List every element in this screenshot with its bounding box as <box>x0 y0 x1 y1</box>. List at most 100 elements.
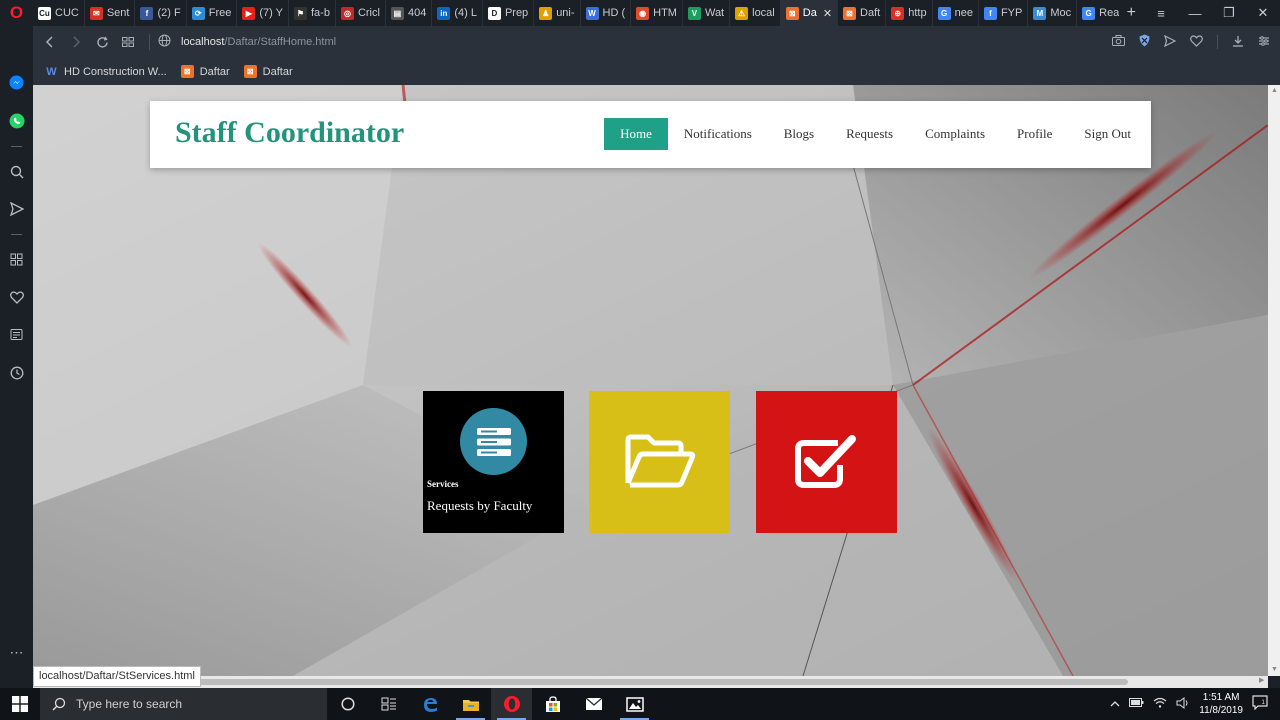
browser-tab[interactable]: ▶ (7) Y <box>237 0 289 26</box>
nav-notifications[interactable]: Notifications <box>668 118 768 150</box>
back-button[interactable] <box>37 26 63 58</box>
browser-tab[interactable]: Cu CUC <box>33 0 85 26</box>
browser-tab[interactable]: ◎ Cricl <box>336 0 386 26</box>
browser-tab[interactable]: ⊠ Daft <box>838 0 887 26</box>
browser-tab[interactable]: D Prep <box>483 0 535 26</box>
taskbar-search-box[interactable]: Type here to search <box>40 688 327 720</box>
wifi-icon[interactable] <box>1153 697 1167 711</box>
nav-sign-out[interactable]: Sign Out <box>1068 118 1147 150</box>
horizontal-scrollbar[interactable]: ▶ <box>33 676 1268 688</box>
browser-tab[interactable]: GReal <box>1077 0 1119 26</box>
mail-icon[interactable] <box>573 688 614 720</box>
store-icon[interactable] <box>532 688 573 720</box>
news-icon[interactable] <box>8 326 25 343</box>
browser-tab[interactable]: ⚑ fa-b <box>289 0 336 26</box>
browser-tab[interactable]: in (4) L <box>432 0 483 26</box>
send-icon[interactable] <box>8 200 25 217</box>
clock-time: 1:51 AM <box>1202 692 1240 703</box>
camera-icon[interactable] <box>1112 35 1125 49</box>
folder-tile[interactable] <box>589 391 730 533</box>
bookmark-daftar[interactable]: ⊠ Daftar <box>180 65 230 78</box>
bookmark-heart-icon[interactable] <box>1190 34 1203 50</box>
nav-home[interactable]: Home <box>604 118 668 150</box>
page-icon: ▤ <box>390 6 404 20</box>
search-icon[interactable] <box>8 163 25 180</box>
minimize-button[interactable]: — <box>1178 0 1212 26</box>
browser-tab[interactable]: ⊕ http <box>886 0 933 26</box>
browser-tab[interactable]: W HD ( <box>581 0 632 26</box>
forward-button[interactable] <box>63 26 89 58</box>
url-field[interactable]: localhost/Daftar/StaffHome.html <box>158 34 1112 50</box>
browser-tab[interactable]: V Wat <box>683 0 731 26</box>
brand-title[interactable]: Staff Coordinator <box>175 116 404 150</box>
cortana-icon[interactable] <box>327 688 368 720</box>
tile-subtitle: Services <box>427 479 459 489</box>
browser-tab[interactable]: f (2) F <box>135 0 187 26</box>
checkbox-icon <box>795 435 856 488</box>
messenger-icon[interactable] <box>8 74 25 91</box>
tab-label: CUC <box>55 7 79 19</box>
browser-tab[interactable]: ♟ uni- <box>534 0 581 26</box>
close-tab-icon[interactable]: ✕ <box>823 7 832 20</box>
globe-icon <box>158 34 171 50</box>
volume-icon[interactable] <box>1176 696 1190 712</box>
bookmark-daftar-2[interactable]: ⊠ Daftar <box>243 65 293 78</box>
browser-tab-strip: O Cu CUC ✉ Sent f (2) F ⟳ Free ▶ (7) Y ⚑ fa-b ◎ Cricl… <box>0 0 1280 26</box>
tab-label: FYP <box>1000 7 1023 19</box>
tab-label: http <box>908 7 927 19</box>
nav-blogs[interactable]: Blogs <box>768 118 830 150</box>
easy-setup-icon[interactable] <box>1258 35 1270 50</box>
browser-tab[interactable]: ⚠ local <box>730 0 781 26</box>
browser-tab[interactable]: f FYP <box>979 0 1029 26</box>
restore-button[interactable]: ❐ <box>1212 0 1246 26</box>
more-icon[interactable]: ⋯ <box>8 644 25 661</box>
task-view-icon[interactable] <box>368 688 409 720</box>
speed-dial-icon[interactable] <box>8 251 25 268</box>
vertical-scrollbar[interactable]: ▲ ▼ <box>1268 85 1280 676</box>
tabs-grid-icon[interactable] <box>115 26 141 58</box>
checkbox-tile[interactable] <box>756 391 897 533</box>
tab-label: local <box>752 7 775 19</box>
history-icon[interactable] <box>8 364 25 381</box>
system-clock[interactable]: 1:51 AM 11/8/2019 <box>1199 691 1243 717</box>
send-page-icon[interactable] <box>1164 34 1177 50</box>
browser-tab[interactable]: ✉ Sent <box>85 0 136 26</box>
opera-menu-icon[interactable]: O <box>0 0 33 26</box>
tab-label: Cricl <box>357 7 380 19</box>
browser-tab[interactable]: Gnee <box>933 0 979 26</box>
flag-icon: ⚑ <box>293 6 307 20</box>
cricket-icon: ◎ <box>340 6 354 20</box>
tab-active[interactable]: ⊠ Da ✕ <box>780 0 839 26</box>
tab-label: nee <box>954 7 973 19</box>
file-explorer-icon[interactable] <box>450 688 491 720</box>
tab-label: Sent <box>106 7 130 19</box>
prep-icon: D <box>487 6 501 20</box>
notifications-icon[interactable]: 1 <box>1252 695 1268 713</box>
browser-tab[interactable]: ⟳ Free <box>187 0 238 26</box>
new-tab-button[interactable]: + <box>1119 4 1144 22</box>
wattpad-icon: V <box>687 6 701 20</box>
nav-profile[interactable]: Profile <box>1001 118 1068 150</box>
services-tile[interactable]: Services Requests by Faculty <box>423 391 564 533</box>
close-window-button[interactable]: ✕ <box>1246 0 1280 26</box>
start-button[interactable] <box>0 688 40 720</box>
heart-icon[interactable] <box>8 289 25 306</box>
opera-taskbar-icon[interactable] <box>491 688 532 720</box>
edge-icon[interactable] <box>409 688 450 720</box>
status-url-tooltip: localhost/Daftar/StServices.html <box>33 666 201 687</box>
bookmark-hd-construction[interactable]: W HD Construction W... <box>45 65 166 78</box>
battery-icon[interactable] <box>1129 698 1144 710</box>
reload-button[interactable] <box>89 26 115 58</box>
nav-requests[interactable]: Requests <box>830 118 909 150</box>
download-icon[interactable] <box>1232 35 1244 50</box>
nav-complaints[interactable]: Complaints <box>909 118 1001 150</box>
background-polygon-art <box>33 85 1268 676</box>
browser-tab[interactable]: M Moc <box>1028 0 1078 26</box>
tab-menu-icon[interactable]: ≡ <box>1144 0 1178 26</box>
tray-overflow-icon[interactable] <box>1110 698 1120 710</box>
adblock-shield-icon[interactable] <box>1139 34 1150 50</box>
whatsapp-icon[interactable] <box>8 112 25 129</box>
browser-tab[interactable]: ◉ HTM <box>631 0 683 26</box>
photos-icon[interactable] <box>614 688 655 720</box>
browser-tab[interactable]: ▤ 404 <box>386 0 433 26</box>
